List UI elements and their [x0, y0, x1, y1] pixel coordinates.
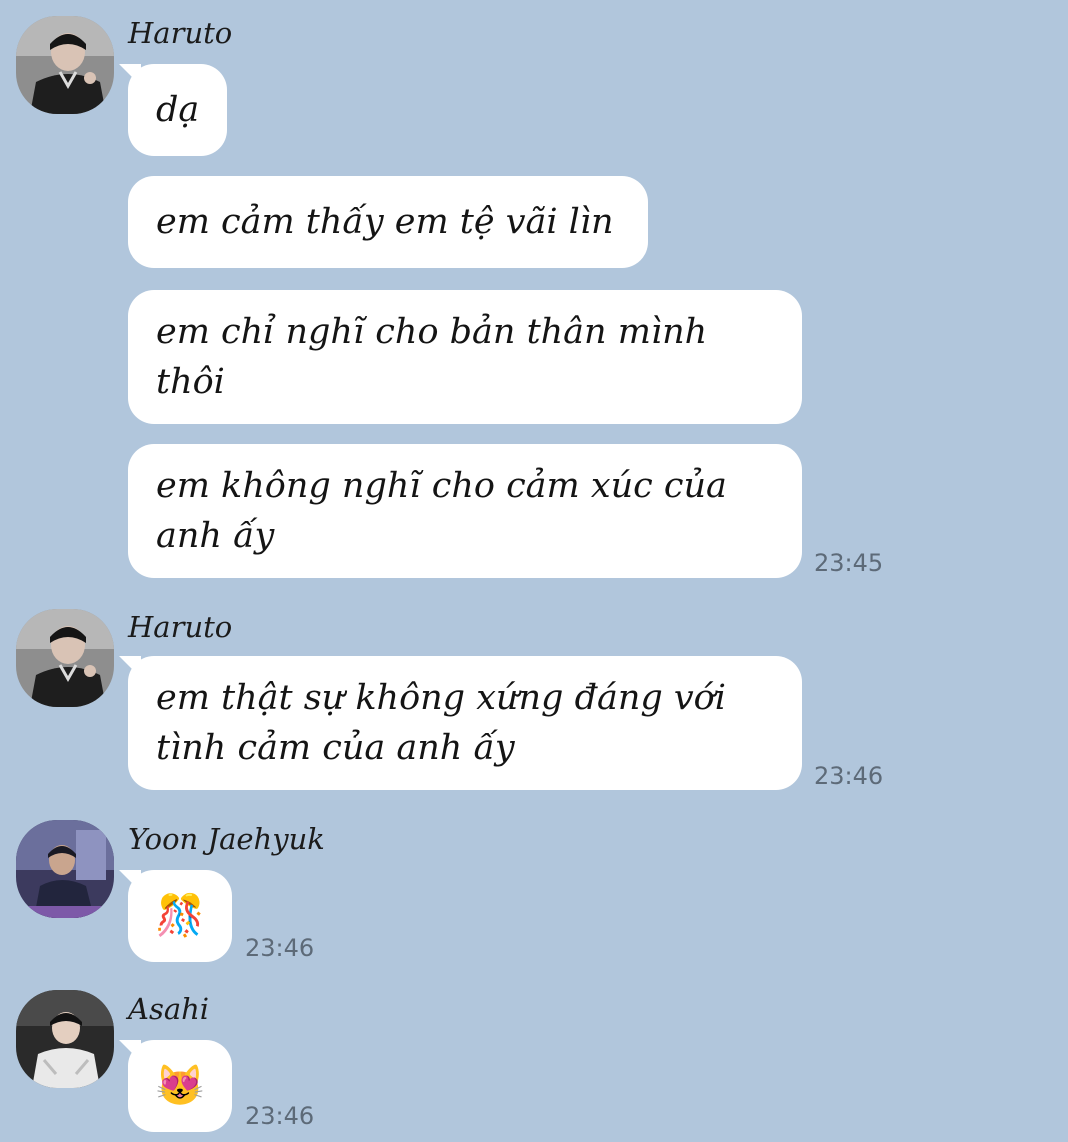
emoji-confetti-ball: 🎊 [155, 893, 205, 939]
avatar-asahi-image [16, 990, 114, 1088]
message-text: em không nghĩ cho cảm xúc của anh ấy [156, 466, 727, 556]
message-text: em chỉ nghĩ cho bản thân mình thôi [156, 312, 708, 402]
message-bubble[interactable]: em cảm thấy em tệ vãi lìn [128, 176, 648, 268]
message-bubble[interactable]: em chỉ nghĩ cho bản thân mình thôi [128, 290, 802, 424]
message-text: em thật sự không xứng đáng với tình cảm … [156, 678, 726, 768]
message-bubble[interactable]: 😻 [119, 1040, 232, 1132]
sender-name: Yoon Jaehyuk [128, 822, 325, 856]
sender-name: Haruto [128, 16, 233, 50]
message-bubble[interactable]: em không nghĩ cho cảm xúc của anh ấy [128, 444, 802, 578]
avatar-jaehyuk-image [16, 820, 114, 918]
avatar[interactable] [16, 609, 114, 707]
timestamp: 23:45 [814, 549, 884, 577]
message-text: dạ [156, 90, 200, 130]
avatar-haruto-image [16, 16, 114, 114]
message-group: Haruto em thật sự không xứng đáng với tì… [0, 600, 1068, 800]
timestamp: 23:46 [245, 934, 315, 962]
timestamp: 23:46 [814, 762, 884, 790]
message-text: em cảm thấy em tệ vãi lìn [156, 202, 614, 242]
emoji-heart-eyes-cat: 😻 [155, 1063, 205, 1109]
avatar[interactable] [16, 990, 114, 1088]
avatar[interactable] [16, 16, 114, 114]
avatar[interactable] [16, 820, 114, 918]
message-group: Haruto dạ em cảm thấy em tệ vãi lìn em c… [0, 0, 1068, 590]
message-bubble[interactable]: 🎊 [119, 870, 232, 962]
avatar-haruto-image [16, 609, 114, 707]
chat-view: Haruto dạ em cảm thấy em tệ vãi lìn em c… [0, 0, 1068, 1142]
sender-name: Haruto [128, 610, 233, 644]
message-bubble[interactable]: em thật sự không xứng đáng với tình cảm … [119, 656, 802, 790]
message-bubble[interactable]: dạ [118, 64, 228, 156]
message-group: Yoon Jaehyuk 🎊 23:46 [0, 812, 1068, 972]
timestamp: 23:46 [245, 1102, 315, 1130]
sender-name: Asahi [128, 992, 210, 1026]
message-group: Asahi 😻 23:46 [0, 982, 1068, 1142]
